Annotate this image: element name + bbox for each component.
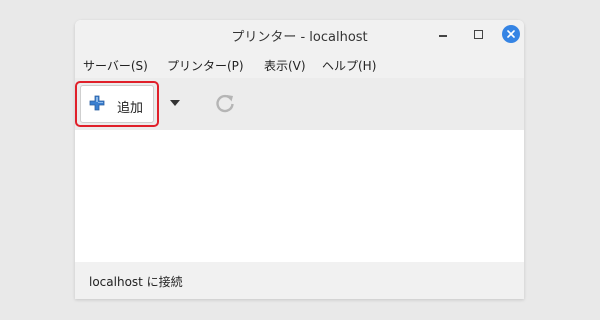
printer-list-area[interactable] <box>75 130 524 262</box>
window-title: プリンター - localhost <box>231 30 368 45</box>
minimize-icon <box>439 35 447 37</box>
add-dropdown-button[interactable] <box>167 93 183 113</box>
refresh-icon <box>216 94 234 113</box>
status-text: localhost に接続 <box>89 275 183 289</box>
refresh-button[interactable] <box>212 90 238 116</box>
maximize-icon <box>473 29 483 39</box>
minimize-button[interactable] <box>433 24 453 44</box>
menu-help[interactable]: ヘルプ(H) <box>322 57 376 74</box>
menu-server[interactable]: サーバー(S) <box>83 57 148 74</box>
close-icon <box>502 25 520 43</box>
menu-view[interactable]: 表示(V) <box>264 57 306 74</box>
printer-window: プリンター - localhost サーバー(S) プリンター(P) 表示(V)… <box>75 20 524 299</box>
title-bar[interactable]: プリンター - localhost <box>75 20 524 49</box>
status-bar: localhost に接続 <box>75 262 524 299</box>
menu-bar: サーバー(S) プリンター(P) 表示(V) ヘルプ(H) <box>75 49 524 78</box>
toolbar: 追加 <box>75 78 524 130</box>
close-button[interactable] <box>501 24 521 44</box>
maximize-button[interactable] <box>468 24 488 44</box>
highlight-box <box>75 81 159 127</box>
chevron-down-icon <box>170 100 180 106</box>
menu-printer[interactable]: プリンター(P) <box>167 57 244 74</box>
